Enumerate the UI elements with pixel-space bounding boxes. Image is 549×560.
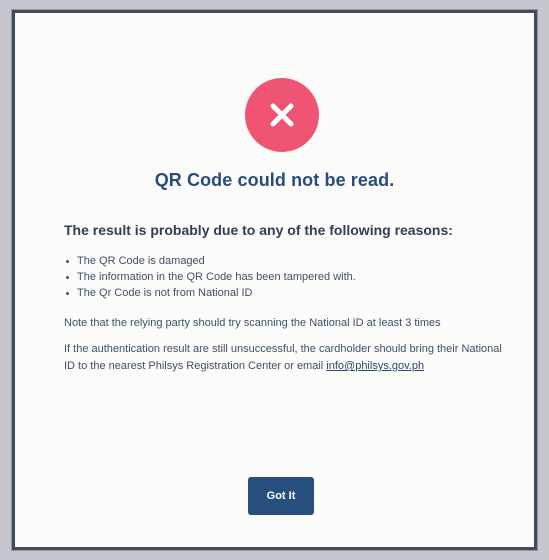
support-email-link[interactable]: info@philsys.gov.ph [326,360,424,372]
reason-item: The information in the QR Code has been … [64,269,509,285]
error-dialog: QR Code could not be read. The result is… [12,10,537,550]
got-it-button[interactable]: Got It [248,477,314,515]
reasons-heading: The result is probably due to any of the… [64,222,453,238]
dialog-title: QR Code could not be read. [154,170,395,190]
support-info-text: If the authentication result are still u… [64,343,502,372]
scan-note: Note that the relying party should try s… [64,317,441,329]
support-info: If the authentication result are still u… [64,341,509,375]
reason-item: The QR Code is damaged [64,253,509,269]
close-icon [270,103,294,127]
dialog-content: The result is probably due to any of the… [64,220,509,375]
error-badge [245,78,319,152]
reasons-list: The QR Code is damaged The information i… [64,253,509,301]
reason-item: The Qr Code is not from National ID [64,285,509,301]
screen: QR Code could not be read. The result is… [0,0,549,560]
